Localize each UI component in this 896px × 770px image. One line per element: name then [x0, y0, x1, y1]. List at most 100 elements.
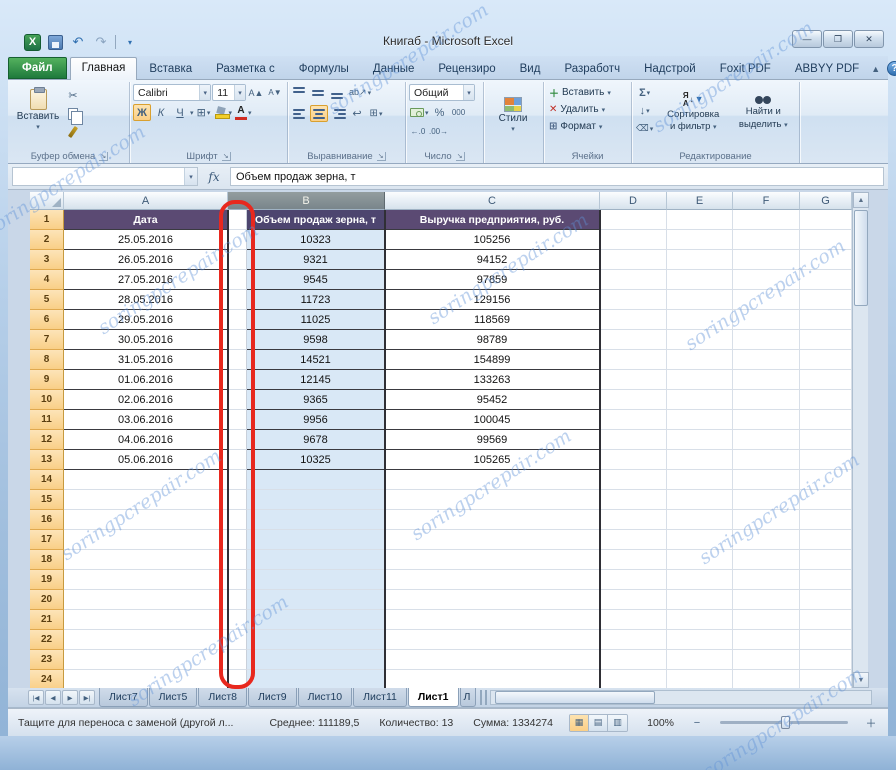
row-header-4[interactable]: 4 [30, 270, 64, 290]
cell-D13[interactable] [600, 450, 667, 470]
cut-button[interactable]: ✂ [64, 87, 82, 104]
cell-G3[interactable] [800, 250, 852, 270]
percent-button[interactable]: % [431, 104, 449, 121]
cell-B17[interactable] [247, 530, 385, 550]
cell-C17[interactable] [385, 530, 600, 550]
cell-A20[interactable] [64, 590, 228, 610]
font-size-combo[interactable]: 11 ▾ [212, 84, 246, 101]
cell-A22[interactable] [64, 630, 228, 650]
cell-D8[interactable] [600, 350, 667, 370]
page-layout-view-button[interactable]: ▤ [589, 714, 608, 731]
cell-D6[interactable] [600, 310, 667, 330]
clear-button[interactable]: ⌫ ▾ [635, 120, 654, 137]
row-header-21[interactable]: 21 [30, 610, 64, 630]
cell-B4[interactable]: 9545 [247, 270, 385, 290]
cell-C16[interactable] [385, 510, 600, 530]
cell-A12[interactable]: 04.06.2016 [64, 430, 228, 450]
wrap-text-button[interactable]: ↩ [348, 105, 366, 122]
format-painter-button[interactable] [64, 123, 82, 140]
cell-G16[interactable] [800, 510, 852, 530]
cell-D21[interactable] [600, 610, 667, 630]
minimize-button[interactable]: — [792, 30, 822, 48]
normal-view-button[interactable]: ▦ [570, 714, 589, 731]
cell-A19[interactable] [64, 570, 228, 590]
cell-F8[interactable] [733, 350, 800, 370]
cell-gap22[interactable] [228, 630, 247, 650]
cell-G8[interactable] [800, 350, 852, 370]
row-header-23[interactable]: 23 [30, 650, 64, 670]
cell-D14[interactable] [600, 470, 667, 490]
cell-A13[interactable]: 05.06.2016 [64, 450, 228, 470]
cell-E2[interactable] [667, 230, 733, 250]
sheet-tab-Лист9[interactable]: Лист9 [247, 688, 297, 707]
row-header-16[interactable]: 16 [30, 510, 64, 530]
cell-A15[interactable] [64, 490, 228, 510]
cell-G10[interactable] [800, 390, 852, 410]
cell-A2[interactable]: 25.05.2016 [64, 230, 228, 250]
cell-B18[interactable] [247, 550, 385, 570]
cell-C18[interactable] [385, 550, 600, 570]
excel-app-icon[interactable]: X [24, 33, 41, 51]
cell-G17[interactable] [800, 530, 852, 550]
cell-A24[interactable] [64, 670, 228, 688]
fx-button[interactable]: fx [201, 167, 227, 186]
cell-F4[interactable] [733, 270, 800, 290]
cell-C1[interactable]: Выручка предприятия, руб. [385, 210, 600, 230]
cell-E6[interactable] [667, 310, 733, 330]
row-header-22[interactable]: 22 [30, 630, 64, 650]
cell-A10[interactable]: 02.06.2016 [64, 390, 228, 410]
cell-D24[interactable] [600, 670, 667, 688]
cell-B15[interactable] [247, 490, 385, 510]
cell-D17[interactable] [600, 530, 667, 550]
col-header-A[interactable]: A [64, 192, 228, 210]
cell-E19[interactable] [667, 570, 733, 590]
close-button[interactable]: ✕ [854, 30, 884, 48]
cell-gap14[interactable] [228, 470, 247, 490]
cell-C23[interactable] [385, 650, 600, 670]
cell-B7[interactable]: 9598 [247, 330, 385, 350]
cell-G18[interactable] [800, 550, 852, 570]
underline-dropdown-icon[interactable]: ▾ [190, 109, 194, 117]
first-sheet-icon[interactable]: |◀ [28, 690, 44, 705]
clipboard-dialog-launcher[interactable]: ↘ [99, 152, 109, 161]
font-name-combo[interactable]: Calibri ▾ [133, 84, 212, 101]
cell-F13[interactable] [733, 450, 800, 470]
cell-D11[interactable] [600, 410, 667, 430]
cell-E15[interactable] [667, 490, 733, 510]
cell-B11[interactable]: 9956 [247, 410, 385, 430]
autosum-button[interactable]: Σ ▾ [635, 84, 654, 101]
font-dialog-launcher[interactable]: ↘ [221, 152, 231, 161]
cell-E10[interactable] [667, 390, 733, 410]
fill-color-button[interactable]: ▾ [214, 104, 234, 121]
cell-B14[interactable] [247, 470, 385, 490]
cell-gap8[interactable] [228, 350, 247, 370]
row-header-6[interactable]: 6 [30, 310, 64, 330]
zoom-slider[interactable] [720, 716, 848, 729]
cell-gap2[interactable] [228, 230, 247, 250]
cell-E12[interactable] [667, 430, 733, 450]
row-header-2[interactable]: 2 [30, 230, 64, 250]
cell-G1[interactable] [800, 210, 852, 230]
cell-B13[interactable]: 10325 [247, 450, 385, 470]
cell-gap5[interactable] [228, 290, 247, 310]
cell-E17[interactable] [667, 530, 733, 550]
undo-button[interactable]: ↶ [69, 33, 87, 51]
decrease-decimal-button[interactable]: .00→ [428, 123, 449, 140]
cell-G11[interactable] [800, 410, 852, 430]
cell-E8[interactable] [667, 350, 733, 370]
paste-button[interactable]: Вставить ▾ [13, 84, 63, 136]
cell-C4[interactable]: 97859 [385, 270, 600, 290]
alignment-dialog-launcher[interactable]: ↘ [376, 152, 386, 161]
cell-G5[interactable] [800, 290, 852, 310]
cell-D9[interactable] [600, 370, 667, 390]
sheet-tab-Лист8[interactable]: Лист8 [198, 688, 247, 707]
vertical-scroll-thumb[interactable] [854, 210, 868, 306]
styles-button[interactable]: Стили ▾ [487, 84, 539, 146]
cell-D22[interactable] [600, 630, 667, 650]
cell-E4[interactable] [667, 270, 733, 290]
row-header-17[interactable]: 17 [30, 530, 64, 550]
cell-G20[interactable] [800, 590, 852, 610]
cell-C20[interactable] [385, 590, 600, 610]
cell-F10[interactable] [733, 390, 800, 410]
cell-gap24[interactable] [228, 670, 247, 688]
